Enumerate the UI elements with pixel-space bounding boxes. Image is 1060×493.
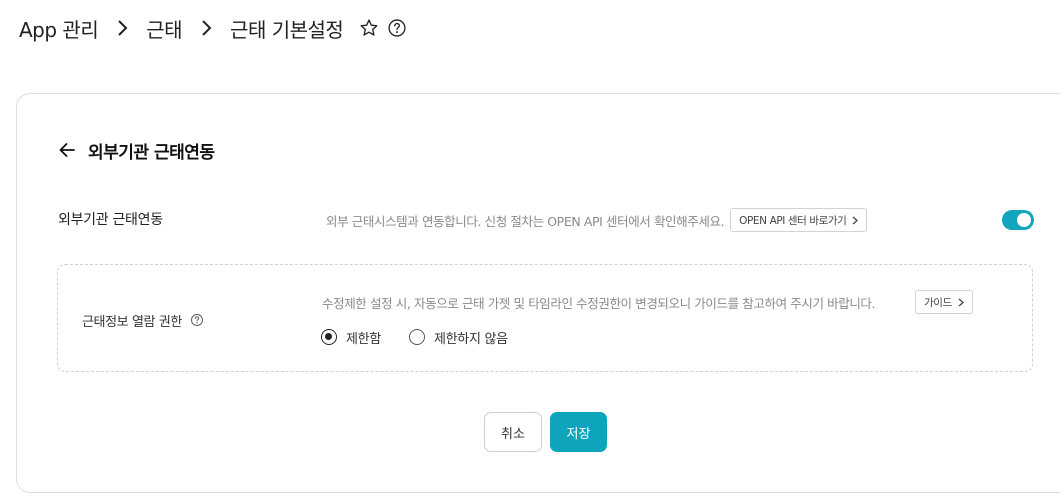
permission-label: 근태정보 열람 권한 <box>82 314 182 330</box>
star-outline-icon[interactable] <box>359 18 379 38</box>
save-button[interactable]: 저장 <box>550 412 607 452</box>
chevron-right-icon <box>852 216 859 224</box>
permission-label-row: 근태정보 열람 권한 <box>82 310 204 330</box>
section-header: 외부기관 근태연동 <box>58 137 215 163</box>
permission-description: 수정제한 설정 시, 자동으로 근태 가젯 및 타임라인 수정권한이 변경되오니… <box>322 295 876 311</box>
arrow-left-icon[interactable] <box>58 142 76 158</box>
permission-radio-group: 제한함 제한하지 않음 <box>321 327 508 347</box>
question-circle-icon[interactable] <box>190 313 204 327</box>
question-circle-icon[interactable] <box>387 18 407 38</box>
guide-button-label: 가이드 <box>924 296 952 309</box>
open-api-center-button-label: OPEN API 센터 바로가기 <box>739 214 847 227</box>
breadcrumb-item-attendance[interactable]: 근태 <box>146 14 182 43</box>
breadcrumb-item-app-admin[interactable]: App 관리 <box>19 14 99 43</box>
integration-toggle[interactable] <box>1002 210 1034 230</box>
chevron-right-icon <box>200 19 212 37</box>
integration-description-row: 외부 근태시스템과 연동합니다. 신청 절차는 OPEN API 센터에서 확인… <box>326 208 868 232</box>
breadcrumb: App 관리 근태 근태 기본설정 <box>19 12 407 44</box>
radio-no-restrict[interactable]: 제한하지 않음 <box>408 328 508 347</box>
radio-button-checked[interactable] <box>321 329 337 345</box>
integration-label: 외부기관 근태연동 <box>58 212 163 228</box>
guide-button[interactable]: 가이드 <box>915 290 973 314</box>
radio-button-unchecked[interactable] <box>408 329 425 345</box>
section-title: 외부기관 근태연동 <box>88 142 215 163</box>
page-title: 근태 기본설정 <box>230 17 344 42</box>
radio-restrict[interactable]: 제한함 <box>321 328 381 347</box>
chevron-right-icon <box>116 19 128 37</box>
open-api-center-button[interactable]: OPEN API 센터 바로가기 <box>730 208 868 232</box>
toggle-knob <box>1017 213 1031 227</box>
cancel-button[interactable]: 취소 <box>484 412 542 452</box>
radio-restrict-label: 제한함 <box>346 331 381 347</box>
chevron-right-icon <box>958 298 964 306</box>
integration-description: 외부 근태시스템과 연동합니다. 신청 절차는 OPEN API 센터에서 확인… <box>326 213 725 229</box>
radio-no-restrict-label: 제한하지 않음 <box>433 331 508 347</box>
